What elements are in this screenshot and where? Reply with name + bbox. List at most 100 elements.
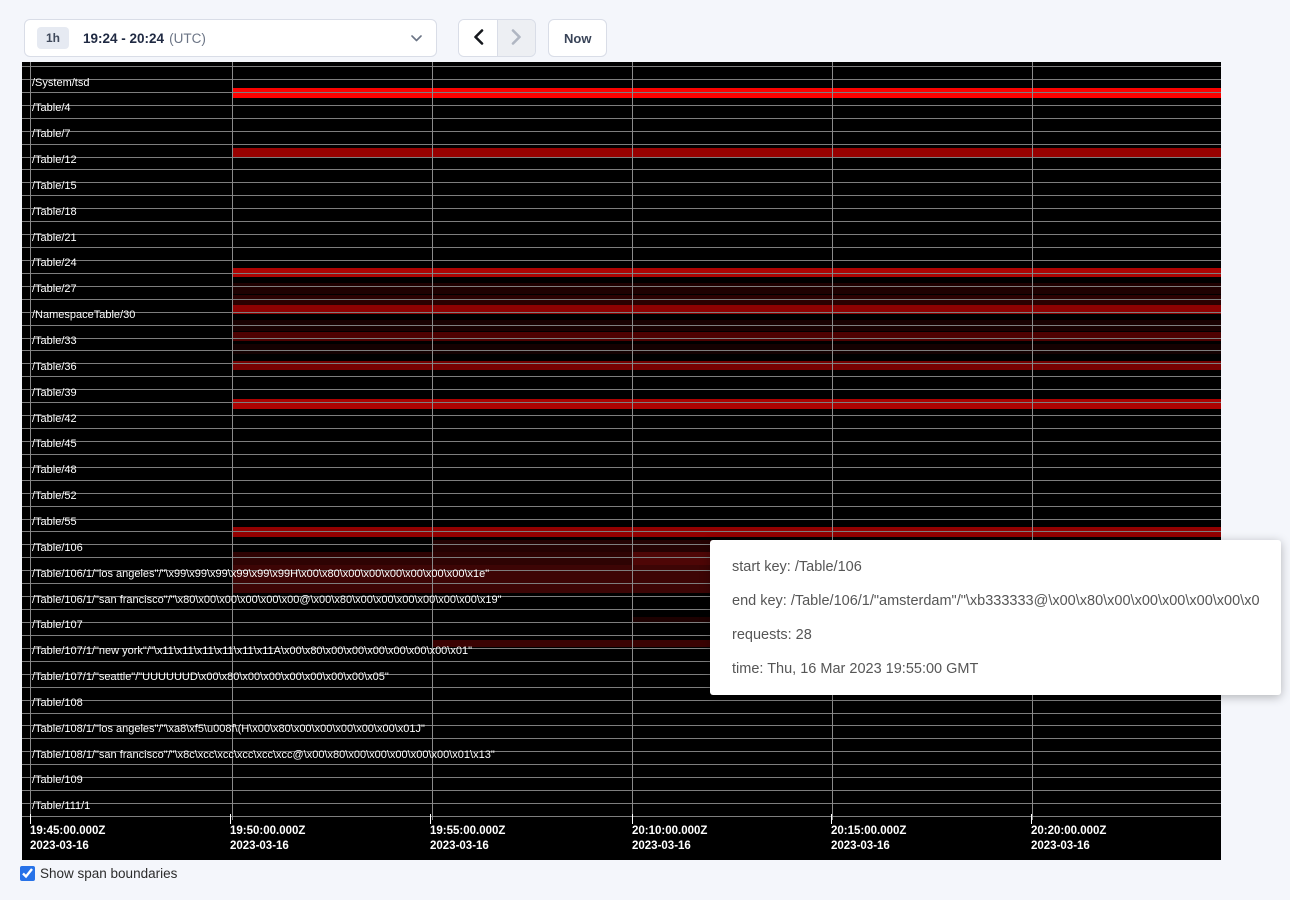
- span-boundary-line: [22, 169, 1221, 170]
- row-label: /Table/108/1/"san francisco"/"\x8c\xcc\x…: [32, 749, 495, 761]
- axis-time-label: 20:10:00.000Z: [632, 824, 707, 839]
- row-label: /Table/7: [32, 128, 71, 140]
- row-label: /Table/39: [32, 387, 77, 399]
- row-label: /Table/106/1/"los angeles"/"\x99\x99\x99…: [32, 568, 489, 580]
- now-button[interactable]: Now: [548, 19, 607, 57]
- axis-tick: [831, 814, 832, 824]
- axis-tick: [1031, 814, 1032, 824]
- row-label: /Table/15: [32, 180, 77, 192]
- axis-tick: [30, 814, 31, 824]
- span-boundary-line: [22, 273, 1221, 274]
- axis-date-label: 2023-03-16: [632, 839, 691, 854]
- heat-band: [232, 399, 1221, 409]
- row-label: /Table/106: [32, 542, 83, 554]
- span-boundary-line: [22, 454, 1221, 455]
- row-label: /Table/107: [32, 619, 83, 631]
- span-boundary-line: [22, 480, 1221, 481]
- span-boundary-line: [22, 79, 1221, 80]
- row-label: /Table/106/1/"san francisco"/"\x80\x00\x…: [32, 594, 502, 606]
- span-boundary-line: [22, 299, 1221, 300]
- time-bucket-line: [30, 62, 31, 820]
- chevron-right-icon: [511, 29, 522, 48]
- row-label: /Table/55: [32, 516, 77, 528]
- span-boundary-line: [22, 105, 1221, 106]
- row-label: /Table/107/1/"new york"/"\x11\x11\x11\x1…: [32, 645, 472, 657]
- span-boundary-line: [22, 286, 1221, 287]
- span-boundary-line: [22, 118, 1221, 119]
- axis-date-label: 2023-03-16: [1031, 839, 1090, 854]
- heat-band: [232, 295, 1221, 305]
- time-bucket-line: [832, 62, 833, 820]
- time-bucket-line: [1032, 62, 1033, 820]
- tooltip-start-key: start key: /Table/106: [732, 550, 1259, 584]
- span-boundary-line: [22, 764, 1221, 765]
- heat-band: [232, 88, 1221, 98]
- row-label: /Table/42: [32, 413, 77, 425]
- row-label: /Table/12: [32, 154, 77, 166]
- span-boundary-line: [22, 519, 1221, 520]
- span-boundary-line: [22, 531, 1221, 532]
- axis-date-label: 2023-03-16: [230, 839, 289, 854]
- span-boundary-line: [22, 493, 1221, 494]
- span-boundary-line: [22, 312, 1221, 313]
- tooltip-requests: requests: 28: [732, 618, 1259, 652]
- row-label: /Table/36: [32, 361, 77, 373]
- row-label: /Table/21: [32, 232, 77, 244]
- span-boundary-line: [22, 260, 1221, 261]
- span-boundary-line: [22, 402, 1221, 403]
- span-boundary-line: [22, 182, 1221, 183]
- row-label: /Table/45: [32, 438, 77, 450]
- time-bucket-line: [432, 62, 433, 820]
- span-boundary-line: [22, 221, 1221, 222]
- key-visualizer-page: 1h 19:24 - 20:24 (UTC) Now /System/t: [0, 0, 1290, 900]
- span-boundary-line: [22, 325, 1221, 326]
- heat-band: [232, 332, 1221, 341]
- span-boundary-line: [22, 144, 1221, 145]
- time-nav-group: [458, 19, 536, 57]
- row-label: /Table/108/1/"los angeles"/"\xa8\xf5\u00…: [32, 723, 425, 735]
- row-label: /Table/4: [32, 102, 71, 114]
- time-window-badge: 1h: [37, 27, 69, 49]
- span-boundary-line: [22, 816, 1221, 817]
- span-boundary-line: [22, 738, 1221, 739]
- span-boundary-line: [22, 338, 1221, 339]
- axis-time-label: 19:45:00.000Z: [30, 824, 105, 839]
- key-visualizer-canvas[interactable]: /System/tsd/Table/4/Table/7/Table/12/Tab…: [22, 62, 1221, 860]
- next-range-button[interactable]: [497, 20, 535, 56]
- row-label: /Table/33: [32, 335, 77, 347]
- time-bucket-line: [232, 62, 233, 820]
- axis-date-label: 2023-03-16: [430, 839, 489, 854]
- axis-tick: [430, 814, 431, 824]
- row-label: /Table/111/1: [32, 800, 90, 812]
- axis-time-label: 19:55:00.000Z: [430, 824, 505, 839]
- span-boundary-line: [22, 506, 1221, 507]
- axis-time-label: 20:15:00.000Z: [831, 824, 906, 839]
- row-label: /Table/24: [32, 257, 77, 269]
- show-span-boundaries-checkbox[interactable]: [20, 866, 35, 881]
- span-boundary-line: [22, 247, 1221, 248]
- axis-date-label: 2023-03-16: [831, 839, 890, 854]
- span-boundary-line: [22, 428, 1221, 429]
- time-range-label: 19:24 - 20:24: [83, 31, 164, 46]
- span-boundary-line: [22, 441, 1221, 442]
- tooltip-time: time: Thu, 16 Mar 2023 19:55:00 GMT: [732, 652, 1259, 686]
- span-boundary-line: [22, 66, 1221, 67]
- span-boundary-line: [22, 467, 1221, 468]
- heat-band: [232, 361, 1221, 370]
- timezone-label: (UTC): [169, 31, 206, 46]
- axis-time-label: 20:20:00.000Z: [1031, 824, 1106, 839]
- row-label: /System/tsd: [32, 77, 89, 89]
- row-label: /Table/52: [32, 490, 77, 502]
- span-boundary-line: [22, 195, 1221, 196]
- span-boundary-line: [22, 713, 1221, 714]
- row-label: /Table/108: [32, 697, 83, 709]
- span-boundary-line: [22, 389, 1221, 390]
- row-label: /Table/109: [32, 774, 83, 786]
- span-boundary-line: [22, 92, 1221, 93]
- axis-tick: [632, 814, 633, 824]
- time-range-select[interactable]: 1h 19:24 - 20:24 (UTC): [24, 19, 437, 57]
- span-boundary-line: [22, 234, 1221, 235]
- span-boundary-line: [22, 157, 1221, 158]
- prev-range-button[interactable]: [459, 20, 497, 56]
- chevron-left-icon: [473, 29, 484, 48]
